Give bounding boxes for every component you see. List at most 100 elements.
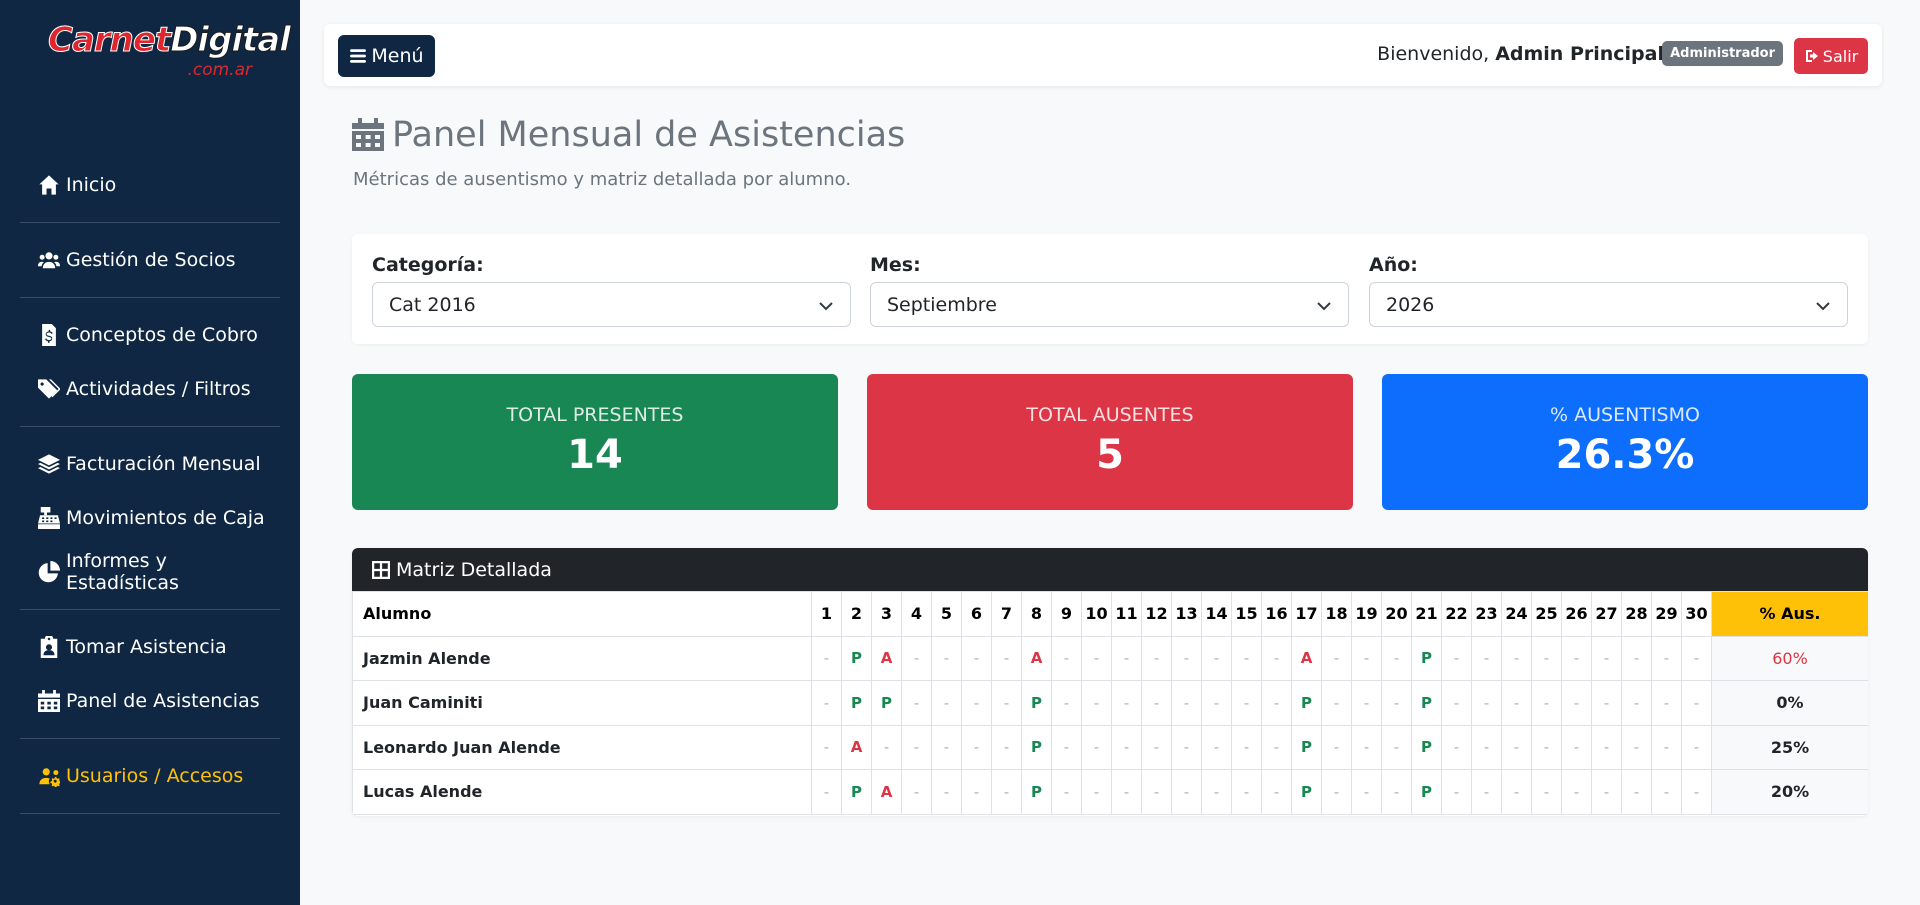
sidebar-item-usuarios-accesos[interactable]: Usuarios / Accesos	[20, 749, 280, 803]
student-name: Lucas Alende	[352, 769, 812, 815]
matrix-table: Alumno 1 2 3 4 5 6 7 8 9 10 11 12 13 14 15 16 17 18 19 20 21 2…	[352, 591, 1868, 815]
menu-button-label: Menú	[371, 45, 424, 67]
category-select[interactable]: Cat 2016	[372, 282, 851, 327]
attendance-cell: P	[1021, 769, 1052, 815]
year-value: 2026	[1386, 293, 1435, 316]
sidebar-item-label: Gestión de Socios	[66, 249, 236, 271]
stat-value: 5	[1096, 432, 1124, 478]
student-name: Leonardo Juan Alende	[352, 724, 812, 770]
sidebar-item-panel-de-asistencias[interactable]: Panel de Asistencias	[20, 674, 280, 728]
attendance-cell: -	[1351, 680, 1382, 726]
month-select[interactable]: Septiembre	[870, 282, 1349, 327]
column-header-day: 1	[811, 591, 842, 637]
column-header-day: 3	[871, 591, 902, 637]
attendance-cell: -	[1051, 680, 1082, 726]
year-select[interactable]: 2026	[1369, 282, 1848, 327]
top-bar: Menú Bienvenido, Admin Principal Adminis…	[324, 24, 1882, 86]
attendance-cell: -	[1111, 680, 1142, 726]
column-header-day: 11	[1111, 591, 1142, 637]
menu-button[interactable]: Menú	[338, 35, 435, 77]
attendance-cell: -	[1681, 635, 1712, 681]
attendance-cell: -	[1381, 635, 1412, 681]
attendance-cell: -	[1141, 680, 1172, 726]
attendance-cell: -	[1351, 635, 1382, 681]
attendance-cell: -	[1321, 724, 1352, 770]
column-header-day: 16	[1261, 591, 1292, 637]
matrix-title: Matriz Detallada	[396, 558, 552, 581]
file-invoice-dollar-icon	[42, 324, 56, 346]
sidebar-item-movimientos-de-caja[interactable]: Movimientos de Caja	[20, 491, 280, 545]
column-header-day: 25	[1531, 591, 1562, 637]
attendance-cell: A	[871, 635, 902, 681]
attendance-cell: -	[1561, 680, 1592, 726]
sidebar-item-label: Informes y Estadísticas	[66, 550, 179, 594]
column-header-day: 10	[1081, 591, 1112, 637]
attendance-cell: -	[811, 680, 842, 726]
attendance-matrix: Matriz Detallada Alumno 1 2 3 4 5 6 7 8 9 10 11 12 13…	[352, 548, 1868, 816]
attendance-cell: P	[841, 635, 872, 681]
attendance-cell: -	[1081, 724, 1112, 770]
sidebar-item-conceptos-de-cobro[interactable]: Conceptos de Cobro	[20, 308, 280, 362]
column-header-day: 19	[1351, 591, 1382, 637]
sidebar-item-facturacion-mensual[interactable]: Facturación Mensual	[20, 437, 280, 491]
attendance-cell: A	[1291, 635, 1322, 681]
attendance-cell: -	[1441, 635, 1472, 681]
column-header-alumno: Alumno	[352, 591, 812, 637]
attendance-cell: -	[1321, 680, 1352, 726]
year-label: Año:	[1369, 254, 1418, 276]
column-header-day: 29	[1651, 591, 1682, 637]
attendance-cell: -	[1111, 724, 1142, 770]
attendance-cell: -	[1201, 635, 1232, 681]
attendance-cell: -	[1171, 680, 1202, 726]
absenteeism-card: % AUSENTISMO 26.3%	[1382, 374, 1868, 510]
column-header-day: 18	[1321, 591, 1352, 637]
sidebar-item-tomar-asistencia[interactable]: Tomar Asistencia	[20, 620, 280, 674]
attendance-cell: -	[901, 724, 932, 770]
table-row: Juan Caminiti - P P - - - - P - - - - - - - - P - - - P - - - - - -…	[352, 680, 1868, 726]
brand-logo[interactable]: CarnetDigital .com.ar	[47, 20, 291, 84]
absence-percentage: 25%	[1711, 724, 1868, 770]
attendance-cell: -	[1261, 680, 1292, 726]
table-row: Lucas Alende - P A - - - - P - - - - - - - - P - - - P - - - - - - -…	[352, 769, 1868, 815]
attendance-cell: -	[991, 680, 1022, 726]
attendance-cell: -	[961, 680, 992, 726]
attendance-cell: -	[1081, 680, 1112, 726]
attendance-cell: -	[1441, 724, 1472, 770]
sidebar-item-label: Conceptos de Cobro	[66, 324, 258, 346]
attendance-cell: -	[1501, 724, 1532, 770]
attendance-cell: P	[1021, 724, 1052, 770]
stat-value: 26.3%	[1555, 432, 1695, 478]
sidebar-group: Facturación Mensual Movimientos de Caja In…	[20, 427, 280, 610]
page-title-text: Panel Mensual de Asistencias	[392, 115, 906, 155]
attendance-cell: -	[1351, 769, 1382, 815]
logout-button[interactable]: Salir	[1794, 38, 1868, 74]
attendance-cell: P	[1291, 680, 1322, 726]
attendance-cell: -	[1171, 724, 1202, 770]
sidebar-item-label: Usuarios / Accesos	[66, 765, 244, 787]
column-header-day: 28	[1621, 591, 1652, 637]
column-header-day: 27	[1591, 591, 1622, 637]
absence-percentage: 20%	[1711, 769, 1868, 815]
attendance-cell: -	[1141, 635, 1172, 681]
home-icon	[39, 175, 59, 195]
sidebar-item-inicio[interactable]: Inicio	[20, 158, 280, 212]
sidebar-item-gestion-de-socios[interactable]: Gestión de Socios	[20, 233, 280, 287]
sidebar-group: Gestión de Socios	[20, 223, 280, 298]
attendance-cell: -	[1201, 680, 1232, 726]
sidebar-item-informes-y-estadisticas[interactable]: Informes y Estadísticas	[20, 545, 280, 599]
attendance-cell: -	[1051, 635, 1082, 681]
sidebar-nav: Inicio Gestión de Socios Conceptos de Cobr…	[20, 150, 280, 814]
attendance-cell: -	[1561, 635, 1592, 681]
attendance-cell: -	[1531, 635, 1562, 681]
layers-icon	[38, 454, 60, 474]
calendar-icon	[38, 690, 60, 712]
attendance-cell: -	[1471, 680, 1502, 726]
attendance-cell: -	[901, 680, 932, 726]
sign-out-icon	[1805, 50, 1818, 62]
attendance-cell: -	[1501, 680, 1532, 726]
page-title: Panel Mensual de Asistencias	[352, 115, 905, 155]
column-header-day: 15	[1231, 591, 1262, 637]
sidebar-item-actividades-filtros[interactable]: Actividades / Filtros	[20, 362, 280, 416]
column-header-day: 6	[961, 591, 992, 637]
attendance-cell: -	[1111, 635, 1142, 681]
